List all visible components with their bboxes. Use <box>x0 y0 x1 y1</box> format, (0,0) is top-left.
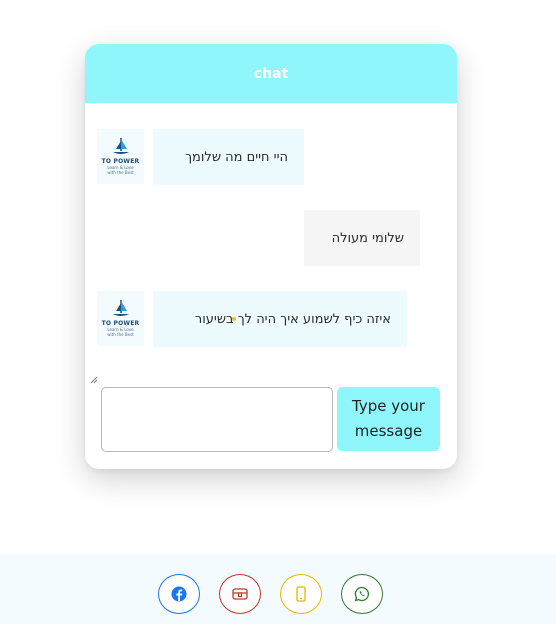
message-outgoing: שלומי מעולה <box>304 210 420 266</box>
logo-icon <box>112 300 129 316</box>
message-text: איזה כיף לשמוע איך היה לך <box>237 311 391 327</box>
send-label: Type your <box>352 397 425 415</box>
phone-button[interactable] <box>280 574 322 614</box>
avatar-tagline: with the Best <box>107 332 134 337</box>
message-text: היי חיים מה שלומך <box>185 149 288 165</box>
send-button[interactable]: Type your message <box>337 387 440 451</box>
message-text: בשיעור <box>194 311 234 327</box>
avatar-tagline: with the Best <box>107 170 134 175</box>
avatar: TO POWER Learn & Love with the Best <box>97 291 144 346</box>
wallet-icon <box>232 588 248 600</box>
footer <box>0 554 556 624</box>
facebook-button[interactable] <box>158 574 200 614</box>
message-input[interactable] <box>101 387 333 452</box>
message-incoming: איזה כיף לשמוע איך היה לך בשיעור <box>153 291 407 347</box>
wallet-button[interactable] <box>219 574 261 614</box>
message-text: שלומי מעולה <box>331 230 404 246</box>
facebook-icon <box>171 586 187 602</box>
logo-icon <box>112 138 129 154</box>
whatsapp-icon <box>354 586 370 602</box>
message-incoming: היי חיים מה שלומך <box>153 129 304 185</box>
chat-title: chat <box>253 65 289 82</box>
send-label: message <box>354 422 423 440</box>
avatar-brand: TO POWER <box>101 158 140 165</box>
resize-handle-icon[interactable] <box>90 376 98 384</box>
avatar: TO POWER Learn & Love with the Best <box>97 129 144 184</box>
chat-header: chat <box>85 44 457 103</box>
avatar-brand: TO POWER <box>101 320 140 327</box>
phone-icon <box>296 586 306 602</box>
chat-window: chat TO POWER Learn & Love with the Best… <box>85 44 457 469</box>
whatsapp-button[interactable] <box>341 574 383 614</box>
